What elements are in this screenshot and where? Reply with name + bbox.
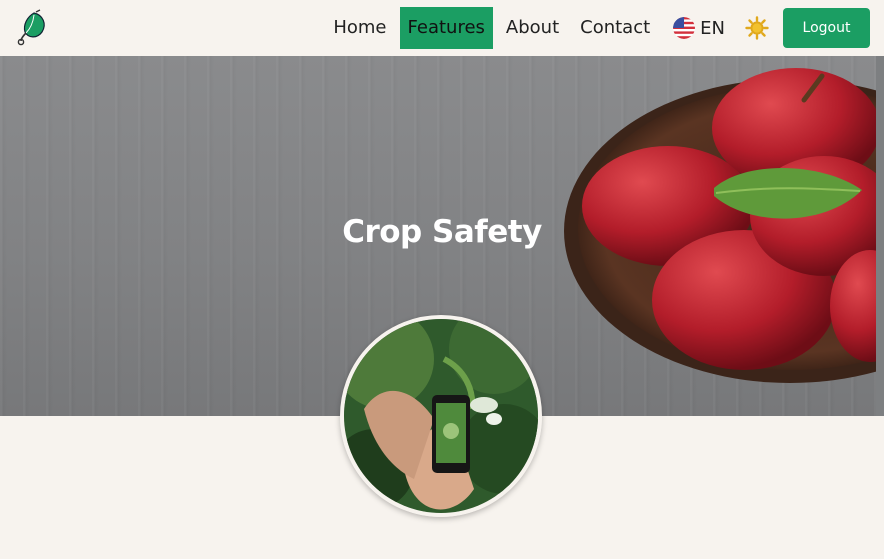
phone-plant-photo [340, 315, 542, 517]
leaf-logo-icon[interactable] [14, 9, 50, 47]
nav-links: Home Features About Contact EN Logout [325, 7, 884, 49]
sun-icon[interactable] [745, 16, 769, 40]
hero-scroll-edge [876, 56, 884, 416]
navbar: Home Features About Contact EN Logout [0, 0, 884, 56]
us-flag-icon [673, 17, 696, 39]
logout-button[interactable]: Logout [783, 8, 870, 48]
nav-contact-link[interactable]: Contact [572, 7, 658, 49]
nav-home-link[interactable]: Home [325, 7, 394, 49]
language-label: EN [700, 17, 725, 39]
hero-title: Crop Safety [342, 214, 542, 250]
language-selector[interactable]: EN [673, 17, 725, 39]
nav-about-link[interactable]: About [498, 7, 567, 49]
nav-features-link[interactable]: Features [399, 7, 493, 49]
